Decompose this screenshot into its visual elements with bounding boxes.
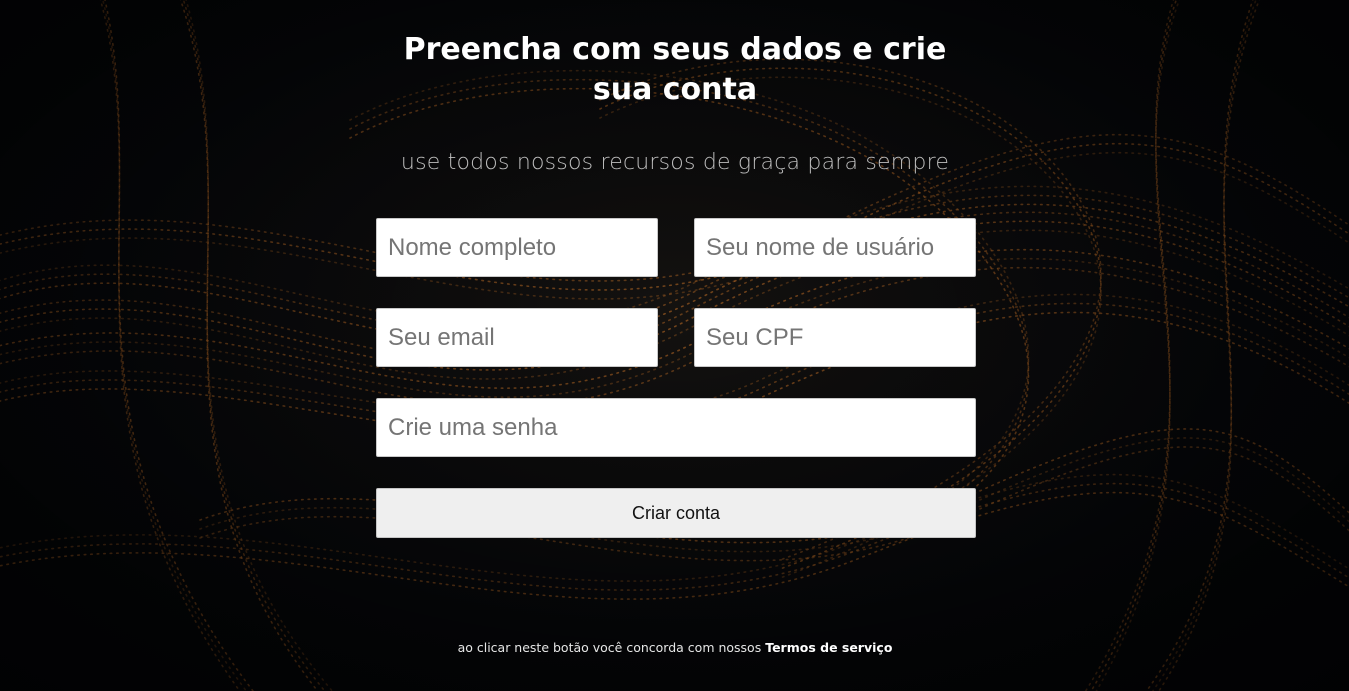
- username-input[interactable]: [694, 218, 976, 277]
- cpf-input[interactable]: [694, 308, 976, 367]
- page-subtitle: use todos nossos recursos de graça para …: [400, 150, 950, 175]
- email-input[interactable]: [376, 308, 658, 367]
- title-line-1: Preencha com seus dados e crie: [403, 32, 947, 67]
- title-line-2: sua conta: [592, 72, 758, 107]
- terms-text: ao clicar neste botão você concorda com …: [457, 640, 762, 655]
- create-account-button[interactable]: Criar conta: [376, 488, 976, 538]
- signup-page: Preencha com seus dados e crie sua conta…: [0, 0, 1349, 691]
- full-name-input[interactable]: [376, 218, 658, 277]
- password-input[interactable]: [376, 398, 976, 457]
- terms-notice: ao clicar neste botão você concorda com …: [325, 638, 1025, 658]
- page-title: Preencha com seus dados e crie sua conta: [375, 30, 975, 110]
- terms-of-service-link[interactable]: Termos de serviço: [765, 640, 892, 655]
